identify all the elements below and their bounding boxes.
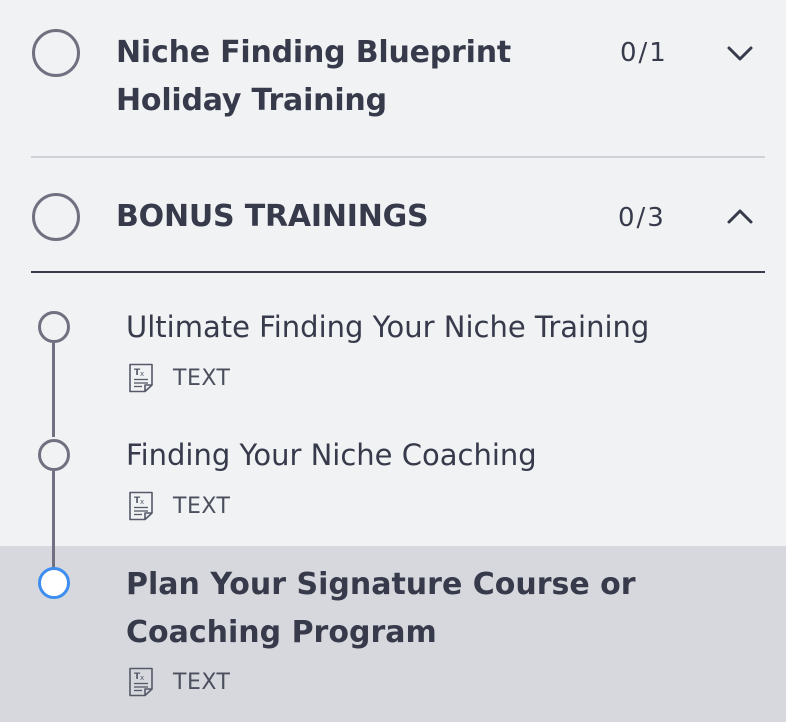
section-progress-circle: [32, 29, 80, 77]
section-title-line2: Holiday Training: [116, 83, 387, 118]
lesson-connector-line: [52, 471, 55, 569]
text-document-icon: T x: [129, 491, 153, 521]
lesson-progress-circle: [38, 439, 70, 471]
section-progress-count: 0/3: [618, 203, 666, 233]
lesson-type-label: TEXT: [173, 493, 231, 519]
lesson-type-label: TEXT: [173, 669, 231, 695]
svg-text:x: x: [140, 674, 144, 682]
lesson-type: T x TEXT: [128, 666, 230, 698]
svg-text:x: x: [140, 498, 144, 506]
section-bonus-trainings[interactable]: BONUS TRAININGS 0/3: [0, 158, 786, 272]
lesson-title: Finding Your Niche Coaching: [126, 438, 537, 472]
lesson-item[interactable]: Ultimate Finding Your Niche Training T x…: [0, 296, 786, 424]
lesson-item-active[interactable]: Plan Your Signature Course or Coaching P…: [0, 546, 786, 722]
section-title: BONUS TRAININGS: [116, 199, 429, 234]
section-divider-active: [31, 271, 765, 273]
course-outline: Niche Finding Blueprint Holiday Training…: [0, 0, 786, 722]
text-document-icon: T x: [129, 667, 153, 697]
lesson-progress-circle: [38, 311, 70, 343]
lesson-type-label: TEXT: [173, 365, 231, 391]
section-progress-count: 0/1: [620, 38, 668, 68]
text-document-icon: T x: [129, 363, 153, 393]
lesson-progress-circle-active: [38, 567, 70, 599]
svg-text:x: x: [140, 370, 144, 378]
section-progress-circle: [32, 193, 80, 241]
lesson-type: T x TEXT: [128, 490, 230, 522]
lesson-title: Plan Your Signature Course or Coaching P…: [126, 567, 636, 650]
lesson-title: Ultimate Finding Your Niche Training: [126, 310, 650, 344]
lesson-connector-line: [52, 343, 55, 437]
lesson-type: T x TEXT: [128, 362, 230, 394]
chevron-up-icon[interactable]: [726, 202, 754, 230]
section-title-line1: Niche Finding Blueprint: [116, 35, 511, 70]
chevron-down-icon[interactable]: [726, 40, 754, 68]
section-niche-finding-blueprint[interactable]: Niche Finding Blueprint Holiday Training…: [0, 0, 786, 156]
lesson-item[interactable]: Finding Your Niche Coaching T x TEXT: [0, 424, 786, 546]
